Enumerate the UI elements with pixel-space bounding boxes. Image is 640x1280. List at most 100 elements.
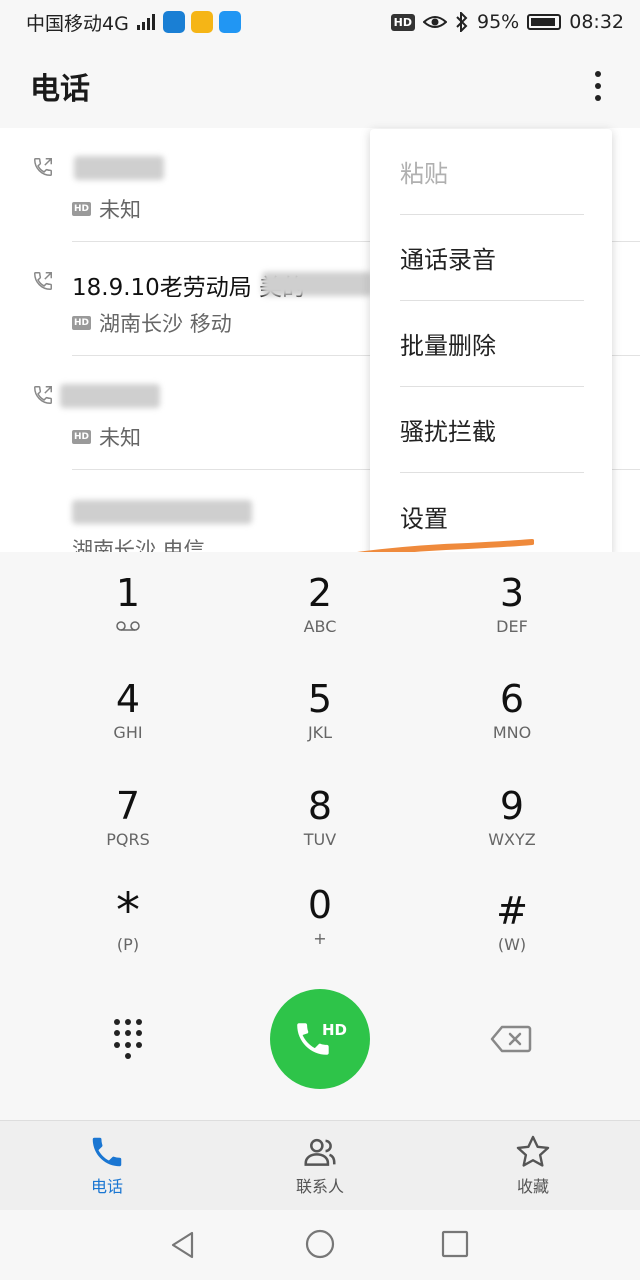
key-letters: (W) [497, 935, 527, 954]
more-vert-icon[interactable] [588, 71, 608, 101]
call-location: 湖南长沙 移动 [99, 312, 232, 336]
call-button-label: HD [322, 1021, 347, 1039]
menu-item-label: 通话录音 [400, 246, 496, 274]
bluetooth-icon [456, 12, 468, 32]
call-meta: HD 未知 [72, 422, 141, 452]
status-bar-right: HD 95% 08:32 [390, 11, 624, 33]
key-digit: 5 [307, 677, 333, 721]
tab-label: 收藏 [516, 1177, 549, 1196]
phone-hd-icon: HD [297, 1021, 347, 1055]
app-notification-icon [162, 11, 185, 33]
carrier-label: 中国移动4G [26, 12, 129, 35]
recents-icon[interactable] [441, 1230, 469, 1258]
key-digit: 7 [115, 784, 141, 828]
menu-item-label: 骚扰拦截 [400, 418, 496, 446]
key-digit: 0 [307, 883, 333, 927]
star-icon [516, 1135, 550, 1167]
signal-icon [136, 14, 155, 30]
status-bar: 中国移动4G HD 95% 08:32 [0, 0, 640, 44]
call-location: 湖南长沙 电信 [72, 538, 205, 552]
redacted-name [74, 156, 164, 180]
bottom-nav: 电话 联系人 收藏 [0, 1120, 640, 1210]
eye-icon [423, 16, 447, 28]
key-digit: # [496, 889, 528, 933]
dial-key-2[interactable]: 2 ABC [230, 552, 410, 652]
redacted-name [262, 272, 372, 296]
key-digit: 3 [499, 571, 525, 615]
menu-item-label: 批量删除 [400, 332, 496, 360]
tab-phone[interactable]: 电话 [47, 1121, 167, 1211]
home-icon[interactable] [304, 1228, 336, 1260]
outgoing-call-icon [34, 386, 52, 404]
key-letters: GHI [113, 723, 143, 742]
dial-key-star[interactable]: * (P) [38, 870, 218, 970]
dial-key-6[interactable]: 6 MNO [422, 658, 602, 758]
key-digit: 9 [499, 784, 525, 828]
dial-key-9[interactable]: 9 WXYZ [422, 765, 602, 865]
tab-favorites[interactable]: 收藏 [473, 1121, 593, 1211]
key-letters: JKL [307, 723, 333, 742]
dial-key-1[interactable]: 1 [38, 552, 218, 652]
tab-label: 电话 [90, 1177, 123, 1196]
call-location: 未知 [99, 426, 142, 450]
status-bar-left: 中国移动4G [26, 9, 391, 36]
backspace-icon[interactable] [490, 1024, 532, 1054]
dial-key-3[interactable]: 3 DEF [422, 552, 602, 652]
key-letters: + [313, 929, 327, 948]
hd-call-tag: HD [72, 202, 92, 216]
key-digit: * [116, 883, 140, 939]
call-meta: HD 未知 [72, 194, 141, 224]
overflow-menu: 粘贴 通话录音 批量删除 骚扰拦截 设置 [370, 129, 612, 557]
outgoing-call-icon [34, 272, 52, 290]
redacted-name [60, 384, 160, 408]
menu-item-harassment-block[interactable]: 骚扰拦截 [400, 387, 584, 473]
voicemail-icon [116, 621, 140, 631]
key-digit: 8 [307, 784, 333, 828]
key-letters: ABC [303, 617, 337, 636]
call-meta: 湖南长沙 电信 [72, 534, 205, 552]
hd-voice-icon: HD [390, 13, 415, 31]
phone-icon [92, 1137, 122, 1167]
dial-key-hash[interactable]: # (W) [422, 870, 602, 970]
redacted-name [72, 500, 252, 524]
system-nav-bar [0, 1210, 640, 1280]
key-letters: (P) [116, 935, 140, 954]
menu-item-batch-delete[interactable]: 批量删除 [400, 301, 584, 387]
dial-key-5[interactable]: 5 JKL [230, 658, 410, 758]
menu-item-label: 粘贴 [400, 160, 448, 188]
dialpad-toggle-icon[interactable] [114, 1019, 142, 1059]
dial-key-7[interactable]: 7 PQRS [38, 765, 218, 865]
hd-call-tag: HD [72, 430, 92, 444]
battery-icon [527, 14, 562, 30]
key-letters: WXYZ [488, 830, 536, 849]
call-button[interactable]: HD [270, 989, 370, 1089]
call-location: 未知 [99, 198, 142, 222]
dial-key-4[interactable]: 4 GHI [38, 658, 218, 758]
call-meta: HD 湖南长沙 移动 [72, 308, 232, 338]
outgoing-call-icon [34, 158, 52, 176]
weather-app-icon [218, 11, 241, 33]
hd-call-tag: HD [72, 316, 92, 330]
dial-key-0[interactable]: 0 + [230, 864, 410, 964]
menu-item-paste[interactable]: 粘贴 [400, 129, 584, 215]
dial-key-8[interactable]: 8 TUV [230, 765, 410, 865]
key-letters: PQRS [106, 830, 150, 849]
key-letters: TUV [303, 830, 337, 849]
key-letters: DEF [496, 617, 528, 636]
key-digit: 4 [115, 677, 141, 721]
app-notification-icon [190, 11, 213, 33]
tab-label: 联系人 [295, 1177, 344, 1196]
back-icon[interactable] [168, 1230, 198, 1260]
key-digit: 1 [115, 571, 141, 615]
key-letters: MNO [492, 723, 532, 742]
menu-item-call-recording[interactable]: 通话录音 [400, 215, 584, 301]
menu-item-label: 设置 [400, 504, 448, 533]
clock: 08:32 [569, 11, 624, 33]
page-title: 电话 [30, 72, 90, 107]
tab-contacts[interactable]: 联系人 [260, 1121, 380, 1211]
battery-percent: 95% [477, 11, 520, 33]
app-bar: 电话 [0, 44, 640, 128]
contacts-icon [304, 1138, 336, 1166]
key-digit: 2 [307, 571, 333, 615]
key-digit: 6 [499, 677, 525, 721]
